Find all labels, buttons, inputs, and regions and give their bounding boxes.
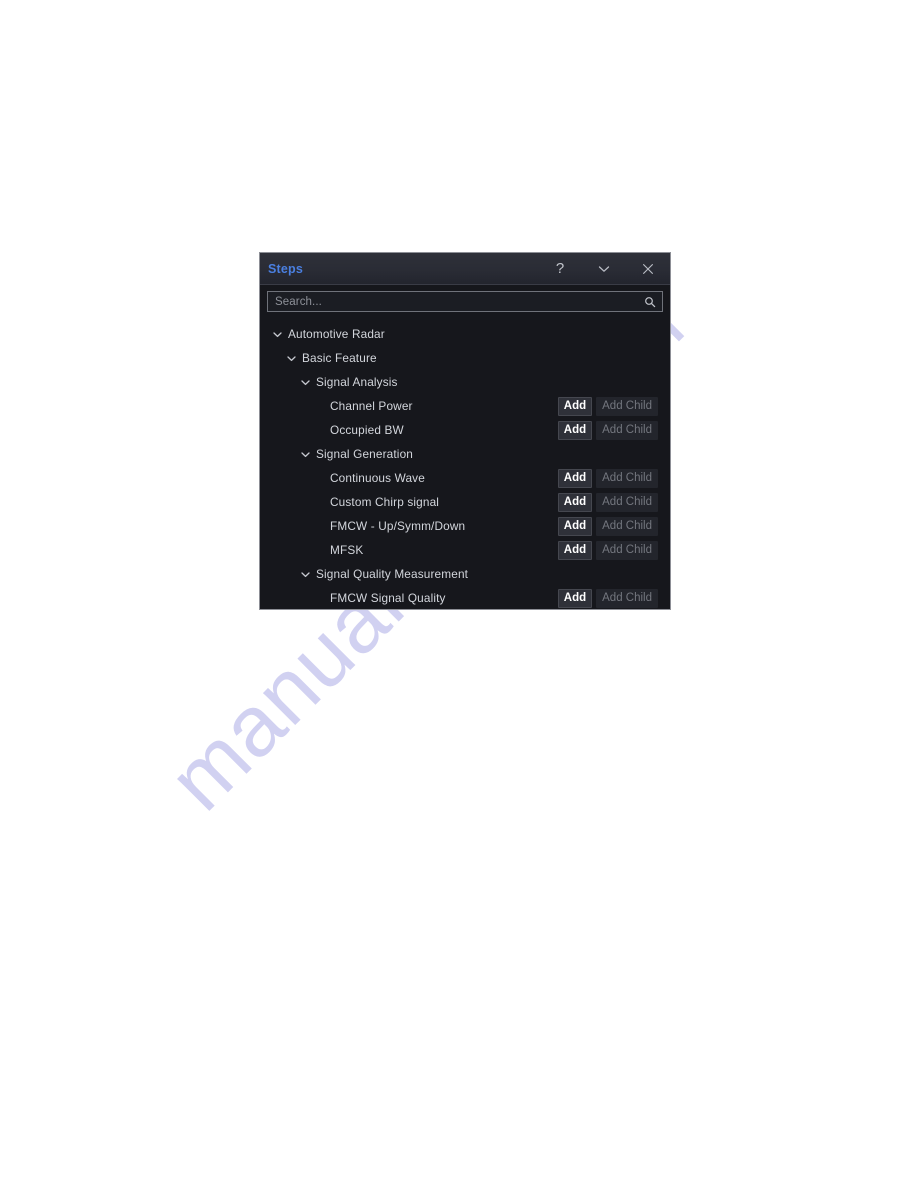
chevron-down-icon[interactable]	[298, 442, 313, 466]
add-button[interactable]: Add	[557, 492, 593, 512]
tree-row-actions: Add Add Child	[557, 588, 658, 608]
panel-header-buttons: ?	[538, 253, 670, 284]
close-icon[interactable]	[626, 253, 670, 284]
tree-row-label: Automotive Radar	[288, 327, 385, 341]
steps-panel: Steps ? Search... Automotive Radar Basic…	[259, 252, 671, 610]
add-button[interactable]: Add	[557, 396, 593, 416]
tree-row[interactable]: Signal Analysis	[260, 370, 670, 394]
tree-row-label: Basic Feature	[302, 351, 377, 365]
tree-row[interactable]: FMCW Signal Quality Add Add Child	[260, 586, 670, 609]
tree-row[interactable]: Signal Quality Measurement	[260, 562, 670, 586]
add-button[interactable]: Add	[557, 468, 593, 488]
tree-row-label-wrap: Custom Chirp signal	[260, 490, 558, 514]
tree-row-label: Occupied BW	[330, 423, 404, 437]
search-placeholder: Search...	[275, 295, 322, 308]
tree-row-label: Custom Chirp signal	[330, 495, 440, 509]
chevron-down-icon[interactable]	[284, 346, 299, 370]
tree-row-label: FMCW Signal Quality	[330, 591, 446, 605]
tree-row[interactable]: Continuous Wave Add Add Child	[260, 466, 670, 490]
add-child-button[interactable]: Add Child	[596, 420, 658, 440]
tree-row[interactable]: Basic Feature	[260, 346, 670, 370]
tree-row[interactable]: FMCW - Up/Symm/Down Add Add Child	[260, 514, 670, 538]
tree-row-actions: Add Add Child	[557, 492, 658, 512]
tree-row[interactable]: Channel Power Add Add Child	[260, 394, 670, 418]
add-button[interactable]: Add	[557, 540, 593, 560]
steps-tree: Automotive Radar Basic Feature Signal Anal…	[260, 318, 670, 609]
search-input[interactable]: Search...	[267, 291, 663, 312]
tree-row-label: MFSK	[330, 543, 364, 557]
chevron-down-icon[interactable]	[298, 562, 313, 586]
tree-row-actions: Add Add Child	[557, 468, 658, 488]
help-icon[interactable]: ?	[538, 253, 582, 284]
add-child-button[interactable]: Add Child	[596, 588, 658, 608]
add-child-button[interactable]: Add Child	[596, 492, 658, 512]
tree-row-actions: Add Add Child	[557, 396, 658, 416]
tree-row-label: Signal Quality Measurement	[316, 567, 469, 581]
tree-row-actions: Add Add Child	[557, 540, 658, 560]
add-child-button[interactable]: Add Child	[596, 540, 658, 560]
tree-row[interactable]: Custom Chirp signal Add Add Child	[260, 490, 670, 514]
tree-row-actions: Add Add Child	[557, 516, 658, 536]
tree-row-label: Signal Analysis	[316, 375, 398, 389]
chevron-down-icon[interactable]	[298, 370, 313, 394]
tree-row-label-wrap: Occupied BW	[260, 418, 558, 442]
tree-row-label-wrap: Channel Power	[260, 394, 558, 418]
add-child-button[interactable]: Add Child	[596, 468, 658, 488]
tree-row[interactable]: MFSK Add Add Child	[260, 538, 670, 562]
tree-row[interactable]: Occupied BW Add Add Child	[260, 418, 670, 442]
search-area: Search...	[260, 285, 670, 318]
tree-row-label-wrap: MFSK	[260, 538, 558, 562]
tree-row-label-wrap: Signal Quality Measurement	[260, 562, 658, 586]
add-child-button[interactable]: Add Child	[596, 516, 658, 536]
tree-row-label: Continuous Wave	[330, 471, 425, 485]
add-button[interactable]: Add	[557, 516, 593, 536]
tree-row-label-wrap: Basic Feature	[260, 346, 658, 370]
search-icon[interactable]	[644, 296, 656, 308]
tree-row-label-wrap: Signal Analysis	[260, 370, 658, 394]
tree-row-label-wrap: Automotive Radar	[260, 322, 658, 346]
tree-row-label-wrap: Continuous Wave	[260, 466, 558, 490]
panel-title-bar: Steps ?	[260, 253, 670, 285]
add-child-button[interactable]: Add Child	[596, 396, 658, 416]
tree-row-label: FMCW - Up/Symm/Down	[330, 519, 466, 533]
chevron-down-icon[interactable]	[582, 253, 626, 284]
tree-row-label: Channel Power	[330, 399, 413, 413]
tree-row-label: Signal Generation	[316, 447, 413, 461]
add-button[interactable]: Add	[557, 420, 593, 440]
tree-row-label-wrap: Signal Generation	[260, 442, 658, 466]
chevron-down-icon[interactable]	[270, 322, 285, 346]
tree-row-label-wrap: FMCW Signal Quality	[260, 586, 558, 609]
tree-row-label-wrap: FMCW - Up/Symm/Down	[260, 514, 558, 538]
tree-row[interactable]: Signal Generation	[260, 442, 670, 466]
tree-row-actions: Add Add Child	[557, 420, 658, 440]
tree-row[interactable]: Automotive Radar	[260, 322, 670, 346]
add-button[interactable]: Add	[557, 588, 593, 608]
panel-title: Steps	[268, 261, 304, 276]
